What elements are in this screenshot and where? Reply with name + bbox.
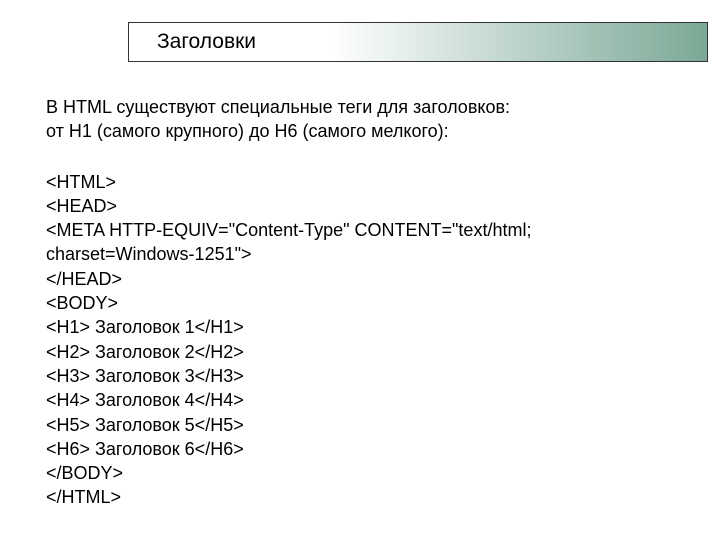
code-line: <H3> Заголовок 3</H3> (46, 364, 680, 388)
code-line: <H5> Заголовок 5</H5> (46, 413, 680, 437)
code-line: <BODY> (46, 291, 680, 315)
code-line: </HEAD> (46, 267, 680, 291)
code-line: <HEAD> (46, 194, 680, 218)
code-line: </BODY> (46, 461, 680, 485)
slide-title: Заголовки (157, 30, 256, 54)
code-line: <H6> Заголовок 6</H6> (46, 437, 680, 461)
intro-line-1: В HTML существуют специальные теги для з… (46, 97, 510, 117)
code-line: charset=Windows-1251"> (46, 242, 680, 266)
content-area: В HTML существуют специальные теги для з… (46, 95, 680, 510)
code-example: <HTML> <HEAD> <META HTTP-EQUIV="Content-… (46, 170, 680, 510)
code-line: <H1> Заголовок 1</H1> (46, 315, 680, 339)
code-line: </HTML> (46, 485, 680, 509)
intro-line-2: от Н1 (самого крупного) до Н6 (самого ме… (46, 121, 449, 141)
title-bar: Заголовки (128, 22, 708, 62)
code-line: <H2> Заголовок 2</H2> (46, 340, 680, 364)
code-line: <H4> Заголовок 4</H4> (46, 388, 680, 412)
code-line: <HTML> (46, 170, 680, 194)
intro-paragraph: В HTML существуют специальные теги для з… (46, 95, 680, 144)
code-line: <META HTTP-EQUIV="Content-Type" CONTENT=… (46, 218, 680, 242)
